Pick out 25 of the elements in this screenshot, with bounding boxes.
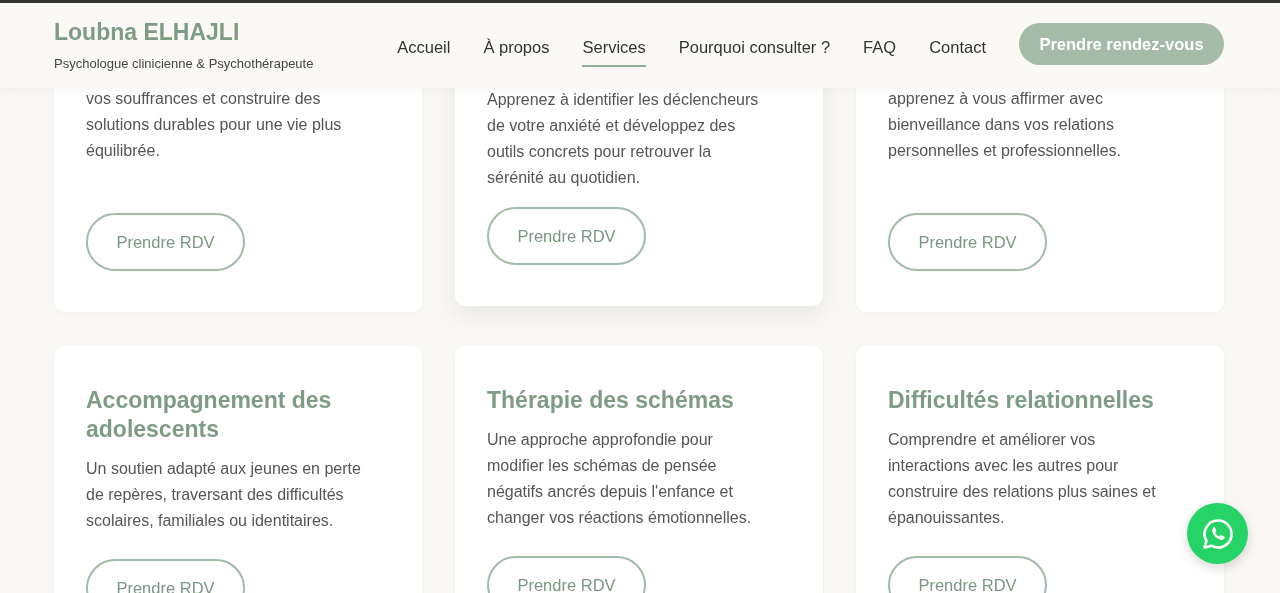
chat-bubble-phone-icon (1200, 516, 1235, 551)
book-button[interactable]: Prendre RDV (888, 213, 1047, 271)
book-button[interactable]: Prendre RDV (86, 213, 245, 271)
service-description: Une approche approfondie pour modifier les schémas de pensée négatifs ancrés depuis l'enfance et changer vos réactions émotionnelles. (487, 430, 753, 528)
tagline: Psychologue clinicienne & Psychothérapeute (54, 55, 314, 71)
service-title: Accompagnement des adolescents (86, 386, 333, 444)
service-title: Difficultés relationnelles (888, 386, 1155, 415)
brand-name[interactable]: Loubna ELHAJLI (54, 18, 314, 46)
service-description: vos souffrances et construire des solutions durables pour une vie plus équilibrée. (86, 89, 343, 161)
nav-link[interactable]: Accueil (397, 32, 451, 67)
book-button[interactable]: Prendre RDV (487, 207, 646, 265)
nav-link[interactable]: Pourquoi consulter ? (678, 32, 831, 67)
book-button[interactable]: Prendre RDV (888, 556, 1047, 593)
nav-link[interactable]: À propos (483, 32, 550, 67)
book-button[interactable]: Prendre RDV (86, 559, 245, 593)
book-button[interactable]: Prendre RDV (487, 556, 646, 593)
nav-link[interactable]: Contact (929, 32, 986, 67)
appointment-button[interactable]: Prendre rendez-vous (1019, 23, 1224, 65)
service-description: Apprenez à identifier les déclencheurs de votre anxiété et développez des outils concrets pour retrouver la sérénité au quotidien. (487, 90, 760, 188)
nav-link[interactable]: FAQ (863, 32, 897, 67)
service-description: apprenez à vous affirmer avec bienveillance dans vos relations personnelles et professionnelles. (888, 89, 1123, 161)
service-description: Comprendre et améliorer vos interactions avec les autres pour construire des relations plus saines et épanouissantes. (888, 430, 1157, 528)
service-title: Thérapie des schémas (487, 386, 735, 415)
nav-link[interactable]: Services (582, 32, 646, 67)
service-description: Un soutien adapté aux jeunes en perte de repères, traversant des difficultés scolaires, familiales ou identitaires. (86, 459, 362, 531)
